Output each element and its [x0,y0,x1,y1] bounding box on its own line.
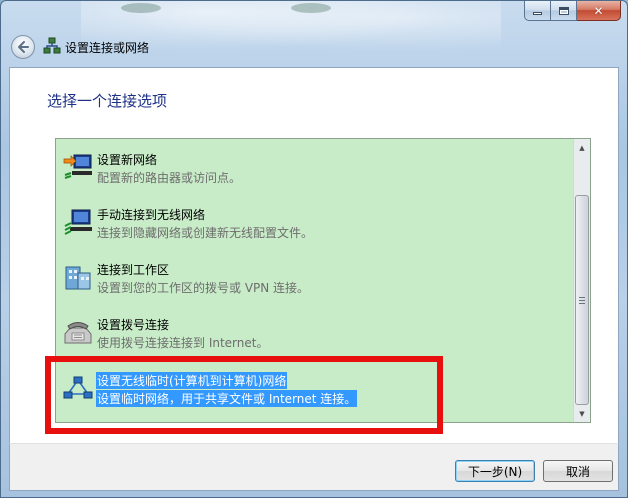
option-title: 设置新网络 [97,153,158,167]
dialog-footer: 下一步(N) 取消 [9,443,619,491]
minimize-button[interactable] [524,1,551,21]
minimize-icon [533,12,542,15]
cancel-button[interactable]: 取消 [543,460,613,482]
dialog-window: ✕ 设置连接或网络 选择一个连接选项 设置新网络 配置新的路由器或访问点。 手动… [0,0,628,498]
wireless-connect-icon [64,209,92,235]
scroll-down-icon: ▼ [579,409,585,418]
options-scrollbar[interactable]: ▲ ▼ [573,139,590,422]
caption-buttons: ✕ [524,1,621,21]
back-button[interactable] [11,35,35,59]
close-button[interactable]: ✕ [577,1,621,21]
option-description: 配置新的路由器或访问点。 [97,171,242,185]
maximize-icon [558,6,569,15]
next-button[interactable]: 下一步(N) [455,460,535,482]
workplace-icon [65,266,91,290]
scroll-up-icon: ▲ [579,143,585,152]
network-setup-icon [43,37,61,54]
option-description: 设置到您的工作区的拨号或 VPN 连接。 [97,281,310,295]
option-title: 设置拨号连接 [97,318,170,332]
page-heading: 选择一个连接选项 [47,92,168,110]
new-network-icon [63,154,92,179]
close-icon: ✕ [593,3,604,18]
scroll-down-button[interactable]: ▼ [574,405,590,422]
option-manual-wireless[interactable]: 手动连接到无线网络 连接到隐藏网络或创建新无线配置文件。 [60,202,570,252]
scroll-up-button[interactable]: ▲ [574,139,590,156]
dialup-phone-icon [64,322,92,344]
scroll-thumb[interactable] [575,195,589,405]
option-title: 连接到工作区 [97,263,170,277]
back-arrow-icon [18,41,29,53]
option-workplace[interactable]: 连接到工作区 设置到您的工作区的拨号或 VPN 连接。 [60,257,570,307]
maximize-button[interactable] [551,1,577,21]
grip-icon [579,296,585,304]
annotation-highlight-box [45,356,443,434]
option-dialup[interactable]: 设置拨号连接 使用拨号连接连接到 Internet。 [60,312,570,362]
option-new-network[interactable]: 设置新网络 配置新的路由器或访问点。 [60,147,570,197]
option-title: 手动连接到无线网络 [97,208,206,222]
window-title: 设置连接或网络 [65,41,150,55]
option-description: 使用拨号连接连接到 Internet。 [97,336,269,350]
option-description: 连接到隐藏网络或创建新无线配置文件。 [97,226,314,240]
